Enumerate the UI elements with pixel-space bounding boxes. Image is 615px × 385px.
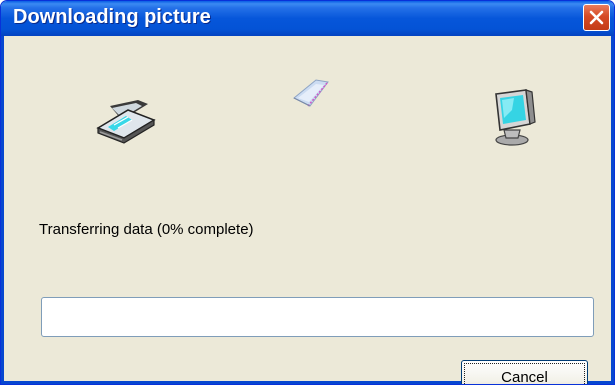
progress-bar <box>41 297 594 337</box>
window-title: Downloading picture <box>13 6 211 28</box>
flying-picture-icon <box>293 79 329 107</box>
transfer-status-text: Transferring data (0% complete) <box>39 221 254 238</box>
close-button[interactable] <box>583 4 610 31</box>
close-icon <box>589 10 604 25</box>
computer-icon <box>495 89 536 146</box>
dialog-window: Downloading picture Transferring data (0… <box>0 0 615 385</box>
cancel-button[interactable]: Cancel <box>461 360 588 384</box>
scanner-icon <box>96 100 156 144</box>
title-bar[interactable]: Downloading picture <box>1 1 614 36</box>
dialog-body: Transferring data (0% complete) Cancel <box>1 36 614 384</box>
